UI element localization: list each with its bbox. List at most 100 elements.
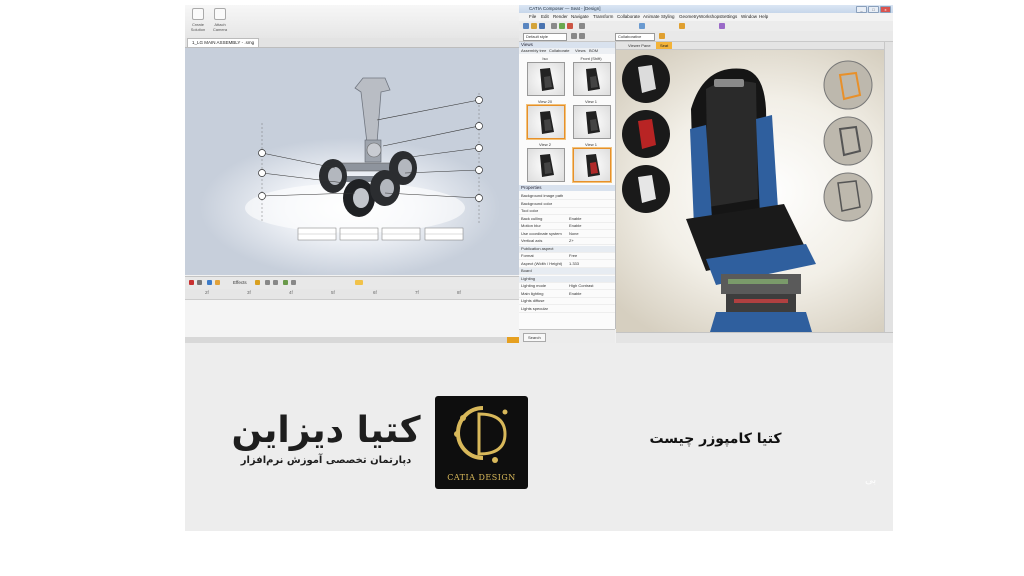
menu-transform[interactable]: Transform	[593, 13, 613, 21]
collaborative-combo[interactable]: Collaborative	[615, 33, 655, 41]
property-row[interactable]: Back culling Enable	[519, 216, 615, 223]
create-solution-button[interactable]: Create Solution	[188, 8, 208, 32]
open-icon[interactable]	[531, 23, 537, 29]
keyframe-icon[interactable]	[207, 280, 212, 285]
3d-viewport-seat[interactable]: Viewer Pane Seat	[616, 42, 884, 332]
property-row[interactable]: Main lighting Enable	[519, 291, 615, 298]
property-value[interactable]: 1.333	[569, 261, 579, 267]
property-row[interactable]: Motion blur Enable	[519, 223, 615, 230]
vertical-scrollbar[interactable]	[884, 42, 893, 332]
bold-icon[interactable]	[571, 33, 577, 39]
new-icon[interactable]	[523, 23, 529, 29]
stop-icon[interactable]	[197, 280, 202, 285]
menu-navigate[interactable]: Navigate	[571, 13, 589, 21]
properties-pane: Properties Background image path Backgrou…	[519, 185, 616, 329]
tab-seat[interactable]: Seat	[656, 42, 673, 49]
property-value[interactable]: Enable	[569, 223, 581, 229]
property-group[interactable]: Lighting	[519, 275, 615, 283]
italic-icon[interactable]	[579, 33, 585, 39]
timeline[interactable]: 2f 3f 4f 5f 6f 7f 8f	[185, 289, 519, 337]
property-value[interactable]: None	[569, 231, 579, 237]
property-value[interactable]: Free	[569, 253, 577, 259]
view-thumbnail[interactable]: View 1	[569, 99, 613, 143]
link-icon[interactable]	[215, 280, 220, 285]
property-name: Publication aspect	[521, 245, 554, 251]
3d-viewport-landing-gear[interactable]	[185, 48, 519, 275]
view-bubble[interactable]	[622, 165, 670, 213]
pan-icon[interactable]	[579, 23, 585, 29]
property-row[interactable]: Aspect (Width / Height) 1.333	[519, 261, 615, 268]
property-row[interactable]: Lighting mode High Contrast	[519, 283, 615, 290]
tab-views[interactable]: Views	[575, 48, 586, 54]
menu-file[interactable]: File	[529, 13, 536, 21]
property-row[interactable]: Lights diffuse	[519, 298, 615, 305]
property-value[interactable]: Enable	[569, 216, 581, 222]
next-icon[interactable]	[273, 280, 278, 285]
tab-main-assembly[interactable]: 1_LG MAIN ASSEMBLY - .smg	[187, 38, 260, 47]
menu-render[interactable]: Render	[553, 13, 568, 21]
loop-icon[interactable]	[283, 280, 288, 285]
menu-animate[interactable]: Animate	[643, 13, 660, 21]
record-icon[interactable]	[189, 280, 194, 285]
attach-camera-button[interactable]: Attach Camera	[210, 8, 230, 32]
view-thumbnail-image	[527, 148, 565, 182]
navigate-icon[interactable]	[639, 23, 645, 29]
tab-bom[interactable]: BOM	[589, 48, 598, 54]
property-row[interactable]: Use coordinate system None	[519, 231, 615, 238]
search-button[interactable]: Search	[523, 333, 546, 342]
view-bubble[interactable]	[823, 172, 873, 222]
menu-edit[interactable]: Edit	[541, 13, 549, 21]
menu-collaborate[interactable]: Collaborate	[617, 13, 640, 21]
effects-dropdown[interactable]: Effects	[233, 278, 247, 287]
property-value[interactable]: High Contrast	[569, 283, 593, 289]
property-value[interactable]: Enable	[569, 291, 581, 297]
view-bubble[interactable]	[823, 116, 873, 166]
select-icon[interactable]	[551, 23, 557, 29]
zoom-icon[interactable]	[291, 280, 296, 285]
property-row[interactable]: Lights specular	[519, 306, 615, 313]
property-row[interactable]: Background color	[519, 201, 615, 208]
view-thumbnail[interactable]: Iso	[523, 56, 567, 100]
view-thumbnail[interactable]: View 20	[523, 99, 567, 143]
property-value[interactable]: Z+	[569, 238, 574, 244]
tab-assembly-tree[interactable]: Assembly tree	[521, 48, 546, 54]
save-icon[interactable]	[539, 23, 545, 29]
catia-design-logo: CATIA DESIGN	[435, 396, 528, 489]
view-thumbnail[interactable]: View 2	[523, 142, 567, 186]
view-bubble[interactable]	[622, 55, 670, 103]
property-row[interactable]: Vertical axis Z+	[519, 238, 615, 245]
tab-viewer-pane[interactable]: Viewer Pane	[624, 42, 655, 49]
menu-help[interactable]: Help	[759, 13, 768, 21]
menu-settings[interactable]: Settings	[721, 13, 737, 21]
menu-workshops[interactable]: Workshops	[699, 13, 721, 21]
close-button[interactable]: x	[880, 6, 891, 13]
ribbon: Create Solution Attach Camera	[185, 5, 519, 39]
prev-icon[interactable]	[265, 280, 270, 285]
rotate-icon[interactable]	[559, 23, 565, 29]
view-thumbnail-label: View 1	[585, 99, 597, 104]
menu-window[interactable]: Window	[741, 13, 757, 21]
view-bubble[interactable]	[622, 110, 670, 158]
property-group[interactable]: Publication aspect	[519, 245, 615, 253]
maximize-button[interactable]: □	[868, 6, 879, 13]
tab-collaborate[interactable]: Collaborate	[549, 48, 569, 54]
render-icon[interactable]	[719, 23, 725, 29]
property-name: Tool color	[521, 208, 539, 213]
view-thumbnail[interactable]: Front (Shift)	[569, 56, 613, 100]
property-name: Lighting mode	[521, 283, 547, 288]
style-combo[interactable]: Default style	[523, 33, 567, 41]
zoom-icon[interactable]	[567, 23, 573, 29]
transform-icon[interactable]	[679, 23, 685, 29]
property-row[interactable]: Tool color	[519, 208, 615, 215]
property-group[interactable]: Board	[519, 268, 615, 275]
play-icon[interactable]	[255, 280, 260, 285]
view-bubble[interactable]	[823, 60, 873, 110]
menu-geometry[interactable]: Geometry	[679, 13, 699, 21]
menu-styling[interactable]: Styling	[661, 13, 675, 21]
minimize-button[interactable]: _	[856, 6, 867, 13]
property-row[interactable]: Background image path	[519, 193, 615, 200]
property-row[interactable]: Format Free	[519, 253, 615, 260]
color-icon[interactable]	[659, 33, 665, 39]
view-thumbnail[interactable]: View 1	[569, 142, 613, 186]
sound-icon[interactable]	[355, 280, 363, 285]
